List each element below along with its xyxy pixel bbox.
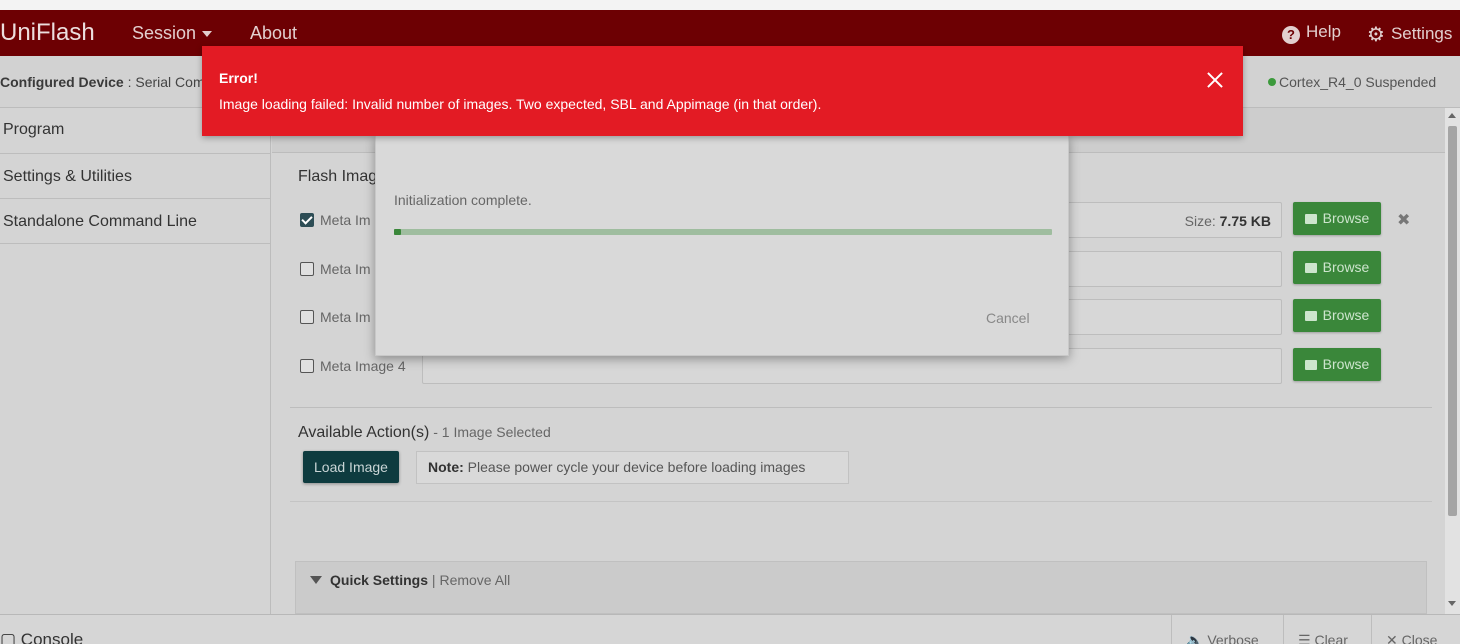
close-icon[interactable] [1205,70,1225,90]
disk-icon [1304,311,1317,321]
image-3-browse-button[interactable]: Browse [1293,299,1381,332]
clear-button[interactable]: ☰ Clear [1283,615,1371,644]
settings-link[interactable]: ⚙ Settings [1367,22,1452,47]
quick-settings-title: Quick Settings [330,572,429,588]
power-cycle-note: Note: Please power cycle your device bef… [416,451,849,484]
target-status-text: Cortex_R4_0 Suspended [1279,74,1437,90]
section-divider [290,501,1432,502]
help-icon: ? [1282,26,1300,44]
remove-all-link[interactable]: Remove All [439,572,510,588]
console-icon: ▢ [0,630,17,644]
sidebar-item-settings-utilities[interactable]: Settings & Utilities [0,154,270,199]
close-icon: ✕ [1386,632,1398,644]
scroll-thumb[interactable] [1448,126,1457,516]
configured-device-label: Configured Device [0,74,124,90]
verbose-label: Verbose [1207,632,1259,644]
scroll-down-icon[interactable] [1448,601,1456,606]
image-2-label: Meta Im [320,261,371,277]
quick-settings-separator: | [428,572,440,588]
console-title[interactable]: ▢ Console [0,630,83,644]
about-menu[interactable]: About [250,23,297,44]
configured-device-separator: : [127,74,132,90]
note-text: Please power cycle your device before lo… [463,459,806,475]
progress-bar [394,229,1052,235]
console-title-label: Console [20,630,84,644]
console-bar: ▢ Console 🔈 Verbose ☰ Clear ✕ Close [0,614,1460,644]
image-3-browse-label: Browse [1322,307,1370,323]
scroll-up-icon[interactable] [1448,113,1456,118]
session-menu-label: Session [132,23,197,43]
verbose-button[interactable]: 🔈 Verbose [1171,615,1283,644]
speaker-icon: 🔈 [1186,632,1204,644]
error-toast: Error! Image loading failed: Invalid num… [202,46,1243,136]
cancel-button[interactable]: Cancel [986,310,1030,326]
image-4-label: Meta Image 4 [320,358,406,374]
image-2-checkbox[interactable] [300,262,314,276]
disk-icon [1304,214,1317,224]
collapse-triangle-icon [310,576,322,584]
image-1-label: Meta Im [320,212,371,228]
clear-label: Clear [1314,632,1348,644]
dialog-message: Initialization complete. [394,192,532,208]
image-3-checkbox[interactable] [300,310,314,324]
sidebar: Program Settings & Utilities Standalone … [0,108,271,614]
quick-settings-header[interactable]: Quick Settings | Remove All [310,572,510,588]
help-label: Help [1306,22,1341,41]
settings-label: Settings [1390,24,1453,43]
image-4-browse-label: Browse [1322,356,1370,372]
close-label: Close [1401,632,1438,644]
progress-bar-fill [394,229,401,235]
window-top-strip [0,0,1460,10]
load-image-button[interactable]: Load Image [303,451,399,483]
image-2-browse-button[interactable]: Browse [1293,251,1381,284]
quick-settings-panel: Quick Settings | Remove All [295,561,1427,614]
status-dot-icon [1268,78,1276,86]
chevron-down-icon [202,31,213,38]
available-actions-label: Available Action(s) [298,424,430,441]
image-4-browse-button[interactable]: Browse [1293,348,1381,381]
gear-icon: ⚙ [1367,24,1385,46]
error-title: Error! [219,70,258,86]
image-1-size-label: Size: [1184,213,1216,229]
error-message: Image loading failed: Invalid number of … [219,96,822,112]
image-1-size: Size: 7.75 KB [1185,213,1271,229]
disk-icon [1304,360,1317,370]
remove-image-icon[interactable]: ✖ [1397,210,1410,230]
main-scrollbar[interactable] [1445,108,1460,614]
help-link[interactable]: ? Help [1282,22,1341,44]
clear-lines-icon: ☰ [1298,632,1311,644]
close-console-button[interactable]: ✕ Close [1371,615,1460,644]
disk-icon [1304,263,1317,273]
progress-dialog: Initialization complete. Cancel [375,135,1069,356]
app-brand[interactable]: UniFlash [0,19,95,47]
note-label: Note: [428,459,464,475]
target-status: Cortex_R4_0 Suspended [1268,74,1436,90]
sidebar-item-standalone-command-line[interactable]: Standalone Command Line [0,199,270,244]
section-divider [290,407,1432,408]
image-3-label: Meta Im [320,309,371,325]
image-1-checkbox[interactable] [300,213,314,227]
image-1-size-value: 7.75 KB [1219,213,1271,229]
images-selected-count: - 1 Image Selected [429,424,551,440]
image-4-checkbox[interactable] [300,359,314,373]
image-1-browse-button[interactable]: Browse [1293,202,1381,235]
image-2-browse-label: Browse [1322,259,1370,275]
available-actions-title: Available Action(s) - 1 Image Selected [298,424,551,442]
session-menu[interactable]: Session [132,23,213,44]
flash-images-title: Flash Imag [298,168,378,185]
configured-device: Configured Device : Serial Com [0,74,205,90]
image-1-browse-label: Browse [1322,210,1370,226]
configured-device-value[interactable]: Serial Com [135,74,204,90]
